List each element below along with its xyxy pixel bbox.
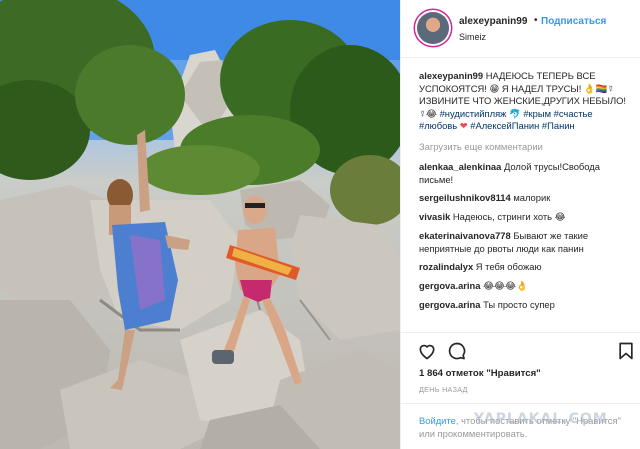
comment-text: Я тебя обожаю <box>473 261 542 273</box>
comment-username[interactable]: alenkaa_alenkinaa <box>419 161 501 172</box>
comment-username[interactable]: vivasik <box>419 211 450 222</box>
hashtag-link[interactable]: #любовь <box>419 120 457 131</box>
comment-username[interactable]: ekaterinaivanova778 <box>419 230 511 241</box>
follow-button[interactable]: Подписаться <box>541 16 606 27</box>
post-sidebar: alexeypanin99 • Подписаться Simeiz alexe… <box>400 0 640 449</box>
comment-text: Надеюсь, стринги хоть 😂 <box>450 211 566 223</box>
caption-username[interactable]: alexeypanin99 <box>419 70 483 81</box>
comment-username[interactable]: gergova.arina <box>419 280 480 291</box>
likes-count[interactable]: 1 864 отметок "Нравится" <box>419 368 541 379</box>
login-link[interactable]: Войдите <box>419 415 456 426</box>
comment-item: vivasik Надеюсь, стринги хоть 😂 <box>419 211 627 224</box>
comment-text: Ты просто супер <box>480 298 555 310</box>
comment-text: 😂😂😂👌 <box>480 280 528 292</box>
avatar[interactable] <box>417 12 449 44</box>
post-caption: alexeypanin99 НАДЕЮСЬ ТЕПЕРЬ ВСЕ УСПОКОЯ… <box>419 70 627 133</box>
comment-username[interactable]: gergova.arina <box>419 299 480 310</box>
comment-text: малорик <box>510 192 551 204</box>
location-link[interactable]: Simeiz <box>459 32 486 42</box>
site-watermark: YAPLAKAL.COM <box>474 411 608 427</box>
hashtag-link[interactable]: #Панин <box>542 120 575 131</box>
header-separator: • <box>534 15 538 26</box>
hashtag-link[interactable]: #крым <box>523 108 551 119</box>
comment-icon[interactable] <box>447 341 467 361</box>
post-timestamp[interactable]: ДЕНЬ НАЗАД <box>419 385 468 394</box>
hashtag-link[interactable]: #счастье <box>554 108 593 119</box>
comment-username[interactable]: sergeilushnikov8114 <box>419 192 511 203</box>
post-header: alexeypanin99 • Подписаться Simeiz <box>401 0 640 58</box>
header-username[interactable]: alexeypanin99 <box>459 16 527 27</box>
load-more-comments-button[interactable]: Загрузить еще комментарии <box>419 141 627 152</box>
post-photo[interactable] <box>0 0 400 449</box>
comment-item: rozalindalyx Я тебя обожаю <box>419 261 627 274</box>
comments-list[interactable]: alexeypanin99 НАДЕЮСЬ ТЕПЕРЬ ВСЕ УСПОКОЯ… <box>401 58 640 332</box>
comment-item: sergeilushnikov8114 малорик <box>419 192 627 205</box>
heart-icon[interactable] <box>417 341 437 361</box>
bookmark-icon[interactable] <box>616 341 636 361</box>
comment-item: ekaterinaivanova778 Бывают же такие непр… <box>419 230 627 255</box>
comment-item: gergova.arina 😂😂😂👌 <box>419 280 627 293</box>
hashtag-link[interactable]: #АлексейПанин <box>470 120 539 131</box>
heart-emoji: ❤ <box>459 120 468 132</box>
hashtag-link[interactable]: #нудистийпляж <box>440 108 507 119</box>
caption-text: 🐬 <box>506 107 524 119</box>
comment-item: gergova.arina Ты просто супер <box>419 299 627 312</box>
comment-username[interactable]: rozalindalyx <box>419 261 473 272</box>
comment-item: alenkaa_alenkinaa Долой трусы!Свобода пи… <box>419 161 627 186</box>
photo-illustration <box>0 0 400 449</box>
